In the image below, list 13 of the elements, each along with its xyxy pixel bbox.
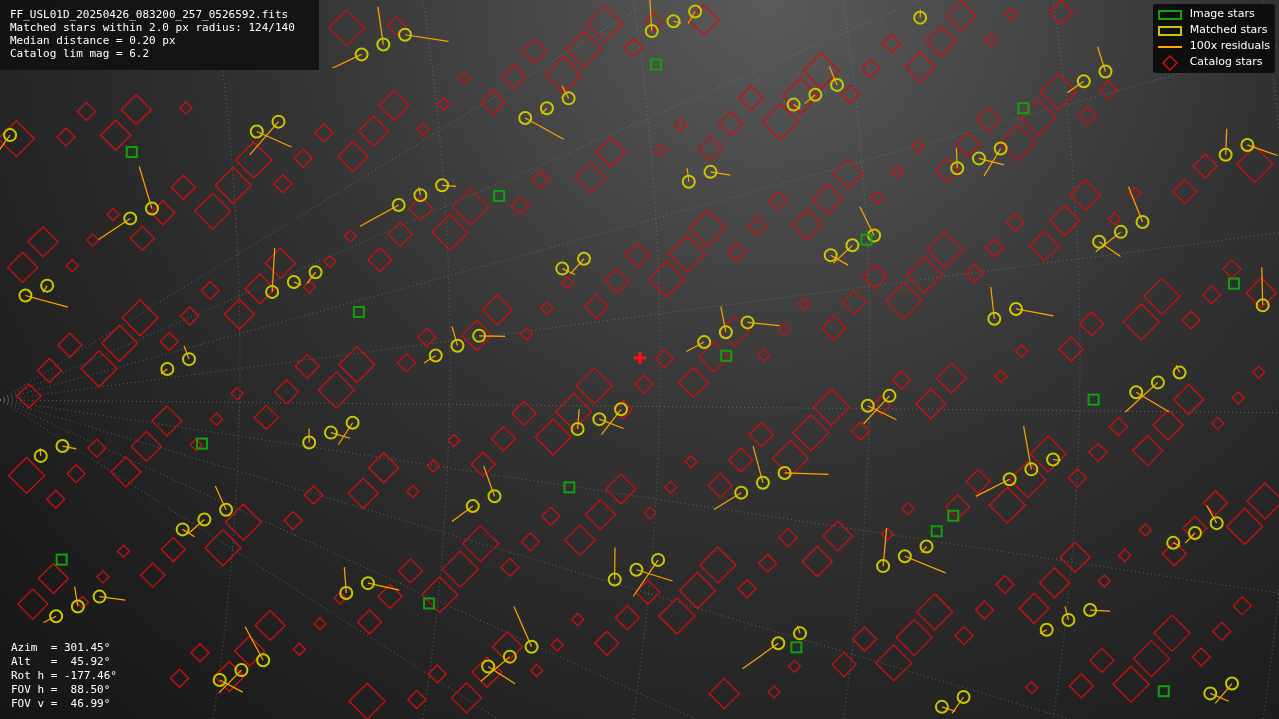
info-text: Catalog lim mag = 6.2 xyxy=(10,47,151,60)
legend-label: Image stars xyxy=(1189,6,1255,23)
pointing-text: FOV h = 88.50° xyxy=(11,683,112,697)
pointing-text: Rot h = -177.46° xyxy=(11,669,117,683)
legend-label: Catalog stars xyxy=(1189,54,1263,71)
pointing-text: Alt = 45.92° xyxy=(11,655,112,669)
pointing-text: Azim = 301.45° xyxy=(11,641,112,655)
legend-label: Matched stars xyxy=(1189,22,1268,39)
info-text: Matched stars within 2.0 px radius: 124/140 xyxy=(10,21,296,34)
legend-label: 100x residuals xyxy=(1189,38,1270,55)
info-text: FF_USL01D_20250426_083200_257_0526592.fits xyxy=(10,8,290,21)
info-text: Median distance = 0.20 px xyxy=(10,34,177,47)
pointing-text: FOV v = 46.99° xyxy=(11,697,112,711)
